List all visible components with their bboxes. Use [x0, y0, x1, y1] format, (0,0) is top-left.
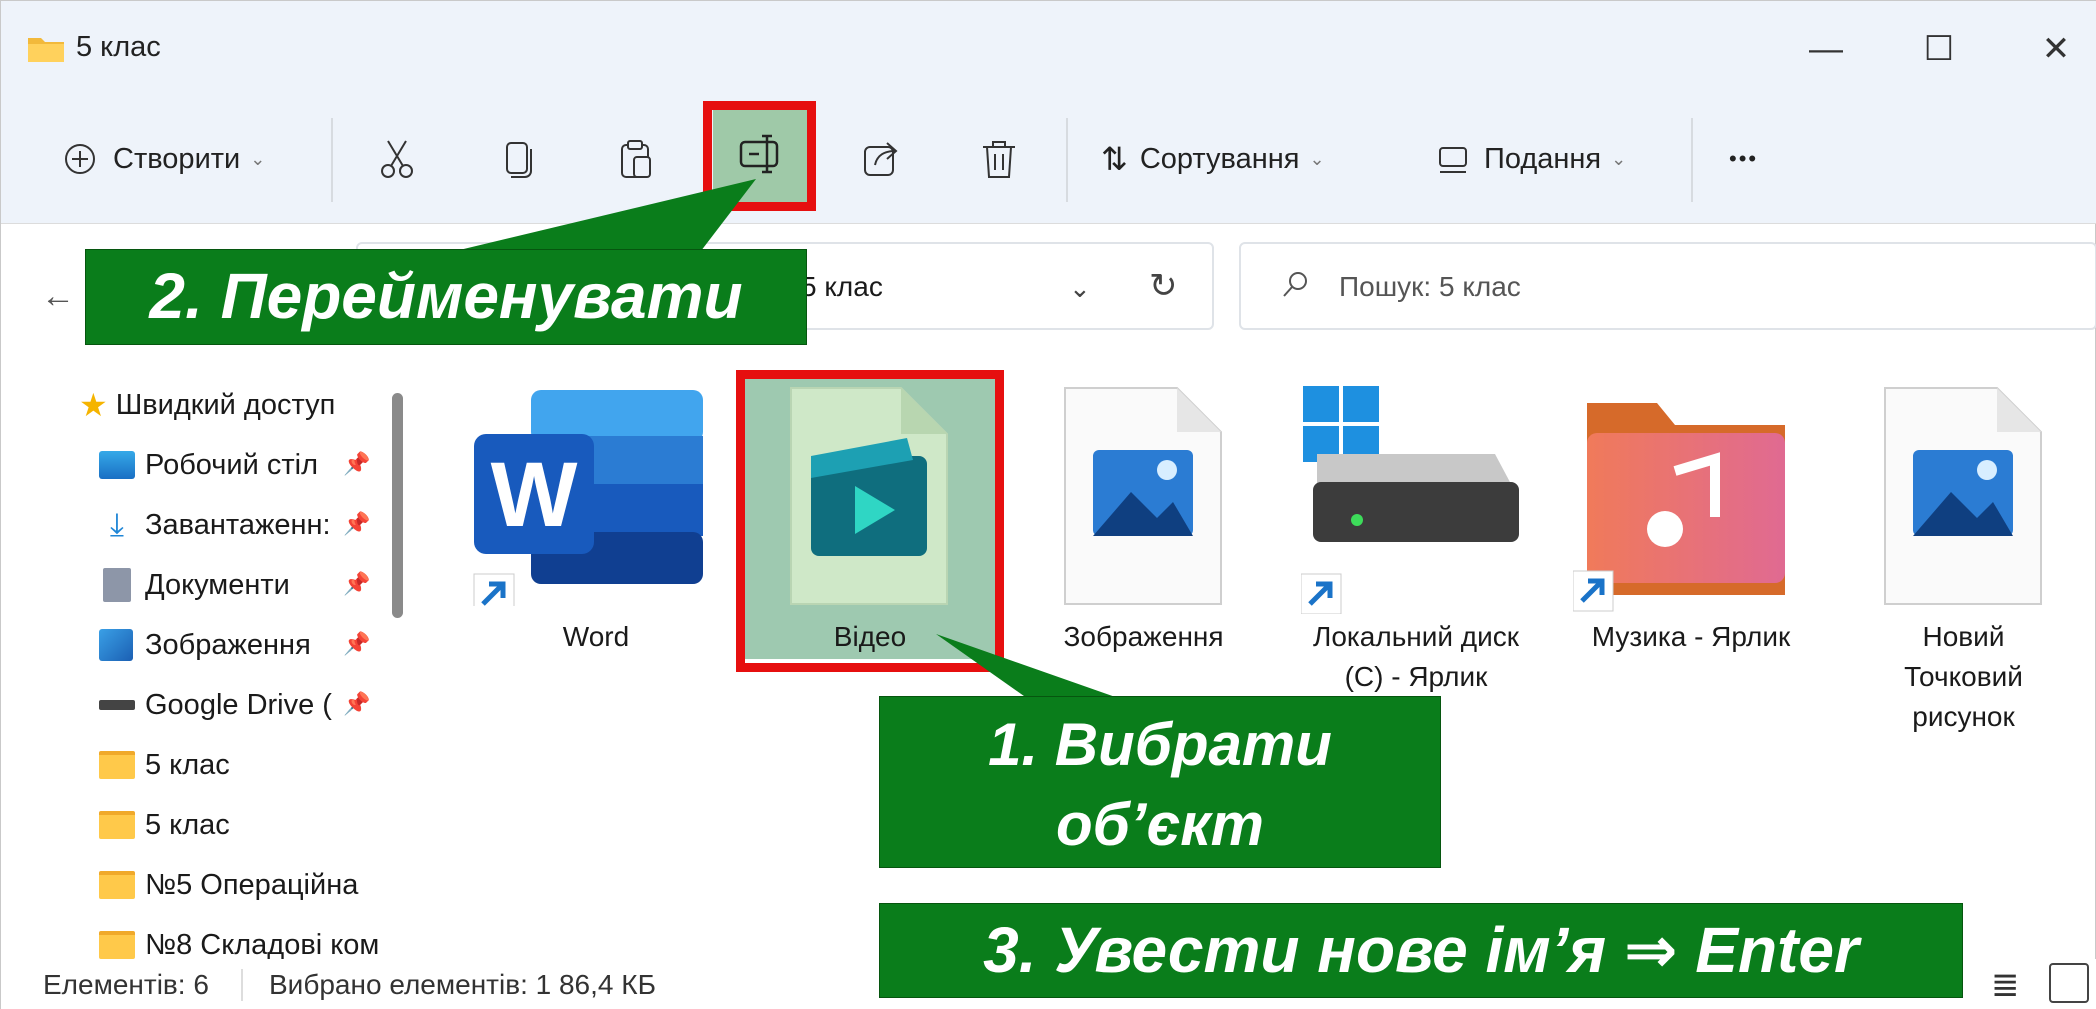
callout-step-2: 2. Перейменувати: [85, 249, 807, 345]
callout-step-3: 3. Увести нове ім’я ⇒ Enter: [879, 903, 1963, 998]
file-explorer-window: 5 клас — ☐ ✕ Створити ⌄ ⇅ Сортування ⌄ П…: [0, 0, 2096, 1009]
callout-step-1-line: об’єкт: [1055, 791, 1264, 858]
callout-step-1: 1. Вибрати об’єкт: [879, 696, 1441, 868]
callout-pointer-step1: [936, 634, 1121, 701]
callout-step-1-line: 1. Вибрати: [988, 711, 1332, 778]
